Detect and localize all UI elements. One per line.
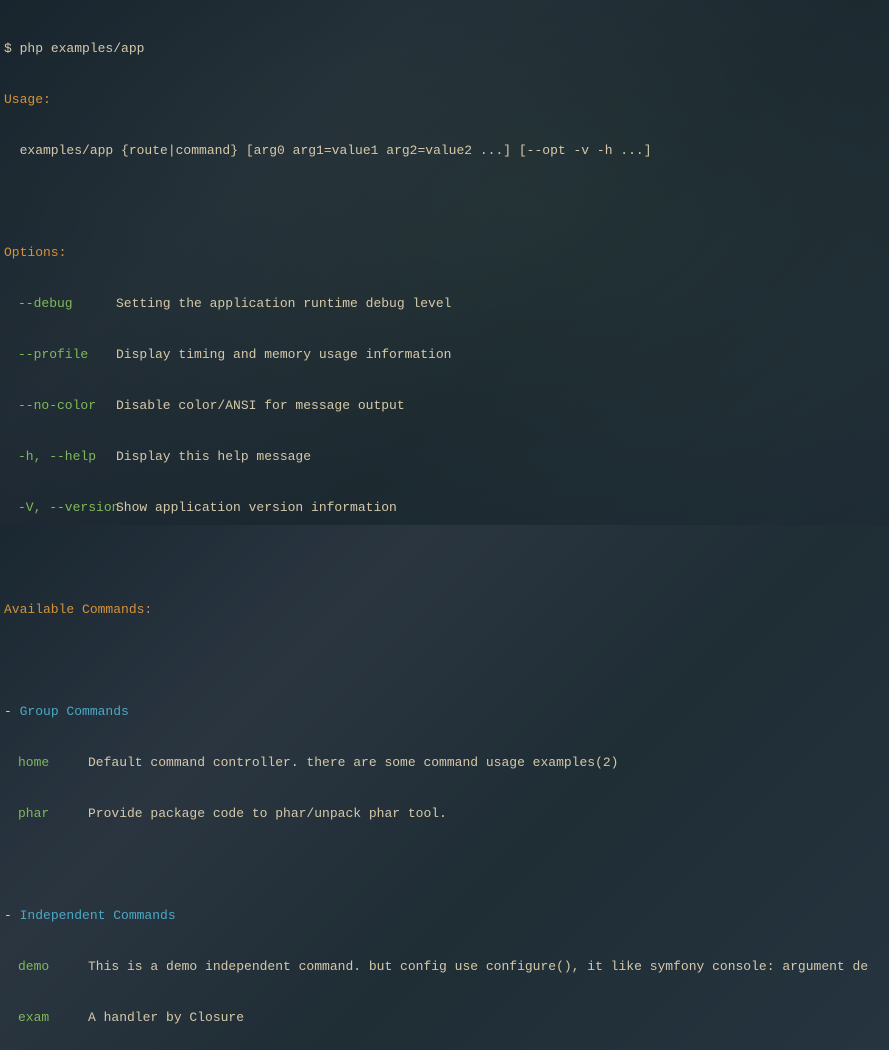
option-desc: Show application version information [116,500,397,515]
option-flag: --profile [18,346,116,363]
option-flag: -V, --version [18,499,116,516]
option-flag: -h, --help [18,448,116,465]
blank-line [4,652,885,669]
option-desc: Display timing and memory usage informat… [116,347,451,362]
option-row: -h, --helpDisplay this help message [4,448,885,465]
dash-icon: - [4,908,20,923]
option-desc: Disable color/ANSI for message output [116,398,405,413]
option-row: --no-colorDisable color/ANSI for message… [4,397,885,414]
command-name: phar [18,805,88,822]
command-desc: Provide package code to phar/unpack phar… [88,806,447,821]
prompt-symbol: $ [4,41,20,56]
option-row: --debugSetting the application runtime d… [4,295,885,312]
option-flag: --debug [18,295,116,312]
blank-line [4,550,885,567]
command-line: $ php examples/app [4,40,885,57]
entered-command: php examples/app [20,41,145,56]
options-header: Options: [4,244,885,261]
dash-icon: - [4,704,20,719]
group-title: Independent Commands [20,908,176,923]
command-row: homeDefault command controller. there ar… [4,754,885,771]
available-commands-header: Available Commands: [4,601,885,618]
group-title-line: - Group Commands [4,703,885,720]
command-row: examA handler by Closure [4,1009,885,1026]
command-row: pharProvide package code to phar/unpack … [4,805,885,822]
group-title: Group Commands [20,704,129,719]
command-name: exam [18,1009,88,1026]
option-row: -V, --versionShow application version in… [4,499,885,516]
group-title-line: - Independent Commands [4,907,885,924]
usage-header: Usage: [4,91,885,108]
option-row: --profileDisplay timing and memory usage… [4,346,885,363]
command-desc: Default command controller. there are so… [88,755,619,770]
blank-line [4,193,885,210]
blank-line [4,856,885,873]
option-desc: Display this help message [116,449,311,464]
option-flag: --no-color [18,397,116,414]
usage-line: examples/app {route|command} [arg0 arg1=… [4,142,885,159]
command-desc: A handler by Closure [88,1010,244,1025]
option-desc: Setting the application runtime debug le… [116,296,451,311]
terminal-output[interactable]: $ php examples/app Usage: examples/app {… [4,6,885,1050]
command-name: demo [18,958,88,975]
command-desc: This is a demo independent command. but … [88,959,868,974]
command-row: demoThis is a demo independent command. … [4,958,885,975]
command-name: home [18,754,88,771]
